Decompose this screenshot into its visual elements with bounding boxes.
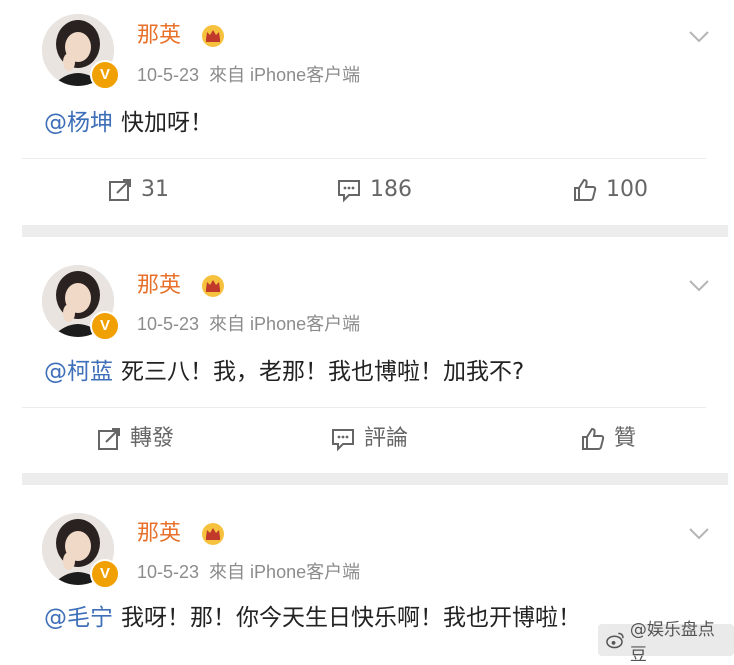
comment-label: 評論	[364, 426, 409, 451]
like-button[interactable]: 贊	[580, 425, 636, 453]
mention-link[interactable]: @柯蓝	[44, 359, 113, 385]
mention-link[interactable]: @杨坤	[44, 110, 113, 136]
weibo-post-2: V 那英 10-5-23 來自 iPhone客户端 @柯蓝 死三八！我，老那！我也博…	[0, 237, 734, 473]
post-date: 10-5-23	[137, 65, 200, 85]
post-source[interactable]: 來自 iPhone客户端	[209, 314, 360, 334]
comment-button[interactable]: 186	[336, 176, 412, 204]
repost-icon	[109, 179, 131, 201]
repost-label: 31	[141, 177, 169, 202]
repost-button[interactable]: 轉發	[96, 425, 174, 453]
post-source[interactable]: 來自 iPhone客户端	[209, 65, 360, 85]
post-date: 10-5-23	[137, 562, 200, 582]
post-date: 10-5-23	[137, 314, 200, 334]
post-content: @杨坤 快加呀！	[44, 108, 213, 138]
chevron-down-icon[interactable]	[688, 527, 710, 541]
author-name[interactable]: 那英	[137, 521, 181, 547]
author-name[interactable]: 那英	[137, 23, 181, 49]
repost-label: 轉發	[130, 426, 175, 451]
crown-vip-icon	[202, 25, 224, 47]
post-meta: 10-5-23 來自 iPhone客户端	[137, 64, 370, 86]
chevron-down-icon[interactable]	[688, 30, 710, 44]
chevron-down-icon[interactable]	[688, 279, 710, 293]
post-text: 死三八！我，老那！我也博啦！加我不?	[121, 359, 525, 385]
weibo-post-1: V 那英 10-5-23 來自 iPhone客户端 @杨坤 快加呀！ 31 186 …	[0, 0, 734, 238]
post-meta: 10-5-23 來自 iPhone客户端	[137, 561, 370, 583]
watermark: @娱乐盘点豆	[598, 620, 734, 665]
like-icon	[582, 427, 605, 450]
post-content: @毛宁 我呀！那！你今天生日快乐啊！我也开博啦！	[44, 603, 581, 633]
weibo-logo-icon	[606, 632, 624, 649]
like-button[interactable]: 100	[572, 176, 648, 204]
like-icon	[574, 178, 597, 201]
post-text: 快加呀！	[121, 110, 213, 136]
post-content: @柯蓝 死三八！我，老那！我也博啦！加我不?	[44, 357, 524, 387]
verified-badge-icon: V	[90, 559, 120, 589]
verified-badge-icon: V	[90, 311, 120, 341]
post-meta: 10-5-23 來自 iPhone客户端	[137, 313, 370, 335]
comment-icon	[332, 429, 354, 452]
divider	[22, 158, 706, 159]
comment-button[interactable]: 評論	[330, 425, 408, 453]
post-separator	[22, 473, 728, 485]
repost-button[interactable]: 31	[107, 176, 169, 204]
verified-badge-icon: V	[90, 60, 120, 90]
like-label: 100	[606, 177, 648, 202]
post-source[interactable]: 來自 iPhone客户端	[209, 562, 360, 582]
comment-icon	[338, 180, 360, 203]
watermark-text: @娱乐盘点豆	[629, 620, 715, 665]
mention-link[interactable]: @毛宁	[44, 605, 113, 631]
author-name[interactable]: 那英	[137, 273, 181, 299]
post-separator	[22, 225, 728, 237]
post-text: 我呀！那！你今天生日快乐啊！我也开博啦！	[121, 605, 581, 631]
repost-icon	[98, 428, 120, 450]
like-label: 贊	[614, 426, 637, 451]
crown-vip-icon	[202, 275, 224, 297]
comment-label: 186	[370, 177, 412, 202]
crown-vip-icon	[202, 523, 224, 545]
divider	[22, 407, 706, 408]
